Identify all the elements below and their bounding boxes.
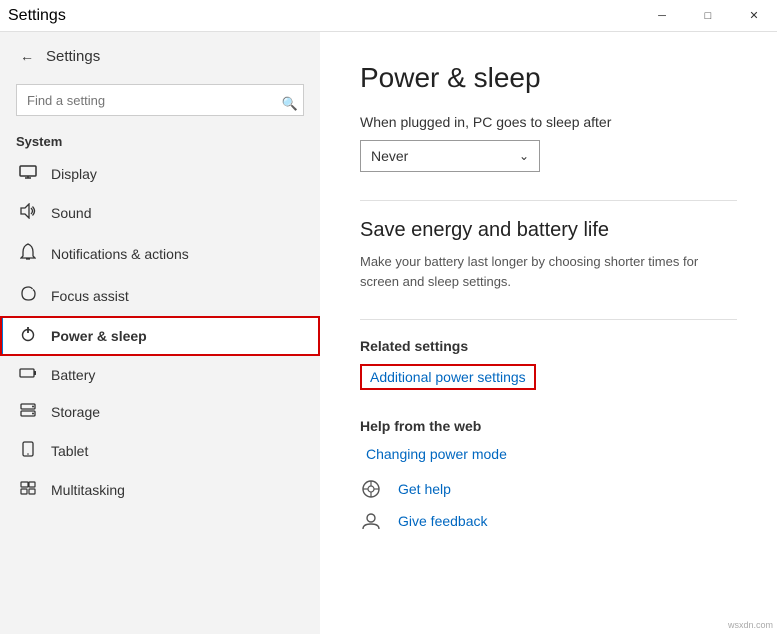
titlebar-controls: ─ □ ✕ — [639, 0, 777, 32]
sidebar-item-power-label: Power & sleep — [51, 328, 147, 344]
help-from-web-heading: Help from the web — [360, 418, 737, 434]
maximize-button[interactable]: □ — [685, 0, 731, 32]
sidebar-section-title: System — [0, 128, 320, 155]
related-settings-heading: Related settings — [360, 338, 737, 354]
sidebar-item-focus-label: Focus assist — [51, 288, 129, 304]
search-box-container: 🔍 — [0, 80, 320, 128]
main-container: ← Settings 🔍 System Display Sound Notifi… — [0, 32, 777, 634]
page-title: Power & sleep — [360, 62, 737, 94]
sidebar-item-power[interactable]: Power & sleep — [0, 316, 320, 356]
give-feedback-link[interactable]: Give feedback — [392, 511, 494, 531]
help-section: Help from the web Changing power mode Ge… — [360, 418, 737, 532]
sidebar-item-battery-label: Battery — [51, 367, 95, 383]
tablet-icon — [19, 441, 37, 461]
sidebar-item-battery[interactable]: Battery — [0, 356, 320, 393]
sleep-dropdown[interactable]: Never ⌄ — [360, 140, 540, 172]
sidebar-item-focus[interactable]: Focus assist — [0, 275, 320, 316]
storage-icon — [19, 403, 37, 421]
sidebar-item-sound[interactable]: Sound — [0, 193, 320, 233]
sidebar-item-tablet-label: Tablet — [51, 443, 88, 459]
notifications-icon — [19, 243, 37, 265]
save-energy-heading: Save energy and battery life — [360, 219, 737, 242]
sidebar-item-multitasking-label: Multitasking — [51, 482, 125, 498]
minimize-button[interactable]: ─ — [639, 0, 685, 32]
titlebar-title: Settings — [8, 7, 66, 25]
get-help-row: Get help — [360, 478, 737, 500]
watermark: wsxdn.com — [728, 620, 773, 630]
sidebar-nav-top: ← Settings — [0, 32, 320, 80]
search-input[interactable] — [16, 84, 304, 116]
display-icon — [19, 165, 37, 183]
sidebar-item-display-label: Display — [51, 166, 97, 182]
content-area: Power & sleep When plugged in, PC goes t… — [320, 32, 777, 634]
sidebar-item-storage[interactable]: Storage — [0, 393, 320, 431]
dropdown-chevron-icon: ⌄ — [519, 149, 529, 163]
close-button[interactable]: ✕ — [731, 0, 777, 32]
sidebar-item-storage-label: Storage — [51, 404, 100, 420]
sidebar-item-notifications-label: Notifications & actions — [51, 246, 189, 262]
additional-power-settings-link[interactable]: Additional power settings — [360, 364, 536, 390]
get-help-icon — [360, 478, 382, 500]
give-feedback-icon — [360, 510, 382, 532]
back-button[interactable]: ← — [16, 44, 38, 68]
sleep-section: When plugged in, PC goes to sleep after … — [360, 114, 737, 172]
plugged-in-label: When plugged in, PC goes to sleep after — [360, 114, 737, 130]
save-energy-section: Save energy and battery life Make your b… — [360, 219, 737, 291]
battery-icon — [19, 366, 37, 383]
sidebar-app-title: Settings — [46, 48, 100, 65]
divider-2 — [360, 319, 737, 320]
titlebar: Settings ─ □ ✕ — [0, 0, 777, 32]
changing-power-mode-link[interactable]: Changing power mode — [360, 444, 513, 464]
get-help-link[interactable]: Get help — [392, 479, 457, 499]
power-icon — [19, 326, 37, 346]
save-energy-desc: Make your battery last longer by choosin… — [360, 252, 737, 291]
related-settings-section: Related settings Additional power settin… — [360, 338, 737, 390]
sidebar-item-display[interactable]: Display — [0, 155, 320, 193]
sound-icon — [19, 203, 37, 223]
sidebar-item-multitasking[interactable]: Multitasking — [0, 471, 320, 509]
multitasking-icon — [19, 481, 37, 499]
sleep-dropdown-value: Never — [371, 148, 408, 164]
give-feedback-row: Give feedback — [360, 510, 737, 532]
sidebar-item-sound-label: Sound — [51, 205, 91, 221]
sidebar-item-notifications[interactable]: Notifications & actions — [0, 233, 320, 275]
sidebar: ← Settings 🔍 System Display Sound Notifi… — [0, 32, 320, 634]
focus-icon — [19, 285, 37, 306]
sidebar-item-tablet[interactable]: Tablet — [0, 431, 320, 471]
divider-1 — [360, 200, 737, 201]
titlebar-left: Settings — [8, 7, 66, 25]
